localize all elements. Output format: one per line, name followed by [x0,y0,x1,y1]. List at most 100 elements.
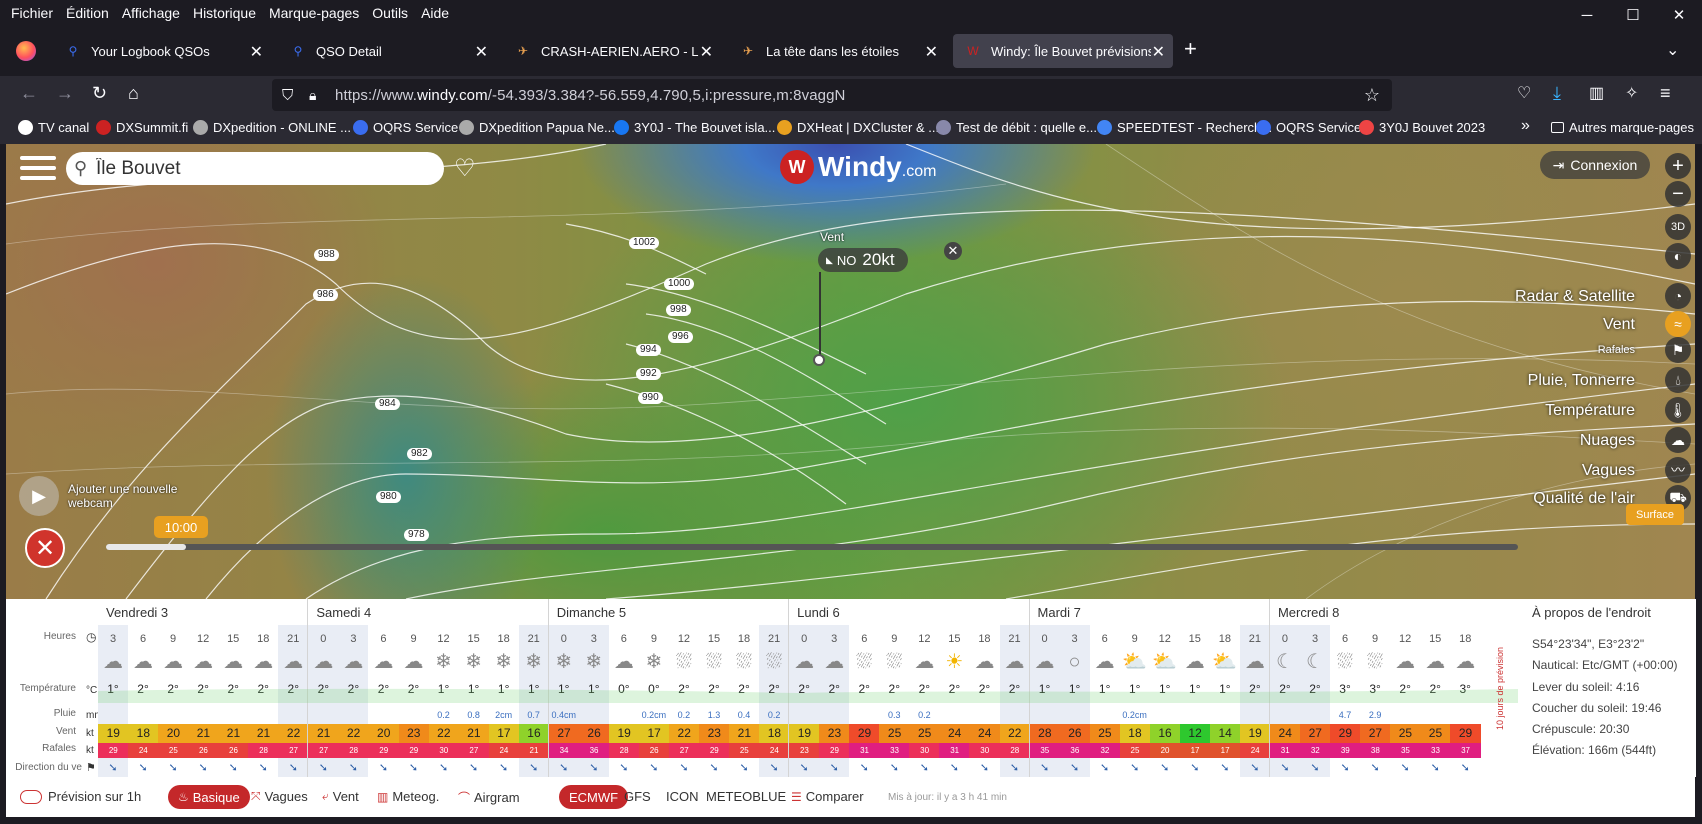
menu-item[interactable]: Aide [421,5,449,21]
bookmark-item[interactable]: OQRS Service [1256,120,1361,135]
zoom-in-button[interactable]: + [1665,153,1691,179]
tab[interactable]: ⚲ Your Logbook QSOs ✕ [53,34,271,68]
bookmark-other[interactable]: Autres marque-pages [1551,120,1694,135]
layer-vagues[interactable]: Vagues [1582,462,1635,480]
menu-icon[interactable] [20,156,56,184]
menu-item[interactable]: Historique [193,5,256,21]
chevron-down-icon[interactable]: ⌄ [1666,40,1679,60]
radar-icon[interactable]: ◔ [1665,283,1691,309]
model-ecmwf[interactable]: ECMWF [559,785,629,809]
wind-direction-arrow-icon: ➘ [1039,762,1050,774]
globe-icon[interactable]: ◐ [1665,243,1691,269]
bookmark-item[interactable]: OQRS Service [353,120,458,135]
chevron-double-right-icon[interactable]: » [1521,117,1530,135]
tab-vent[interactable]: ⤶ Vent [322,789,359,804]
url-bar[interactable]: ⛉ 🔒︎ https://www.windy.com/-54.393/3.384… [272,79,1392,111]
layer-vent[interactable]: Vent [1603,316,1635,334]
bookmark-item[interactable]: TV canal [18,120,89,135]
layer-pluie[interactable]: Pluie, Tonnerre [1528,372,1635,390]
model-gfs[interactable]: GFS [624,789,651,804]
weather-map[interactable]: 1002 1000 998 996 994 992 990 988 986 98… [6,144,1695,599]
search-input[interactable] [96,157,396,180]
lock-icon[interactable]: 🔒︎ [309,87,316,104]
bookmark-item[interactable]: 3Y0J Bouvet 2023 [1359,120,1485,135]
model-icon[interactable]: ICON [666,789,699,804]
close-tab-icon[interactable]: ✕ [700,42,713,62]
cloud-icon[interactable]: ☁ [1665,427,1691,453]
surface-level-button[interactable]: Surface [1626,504,1684,525]
back-arrow-icon[interactable]: ← [20,83,38,104]
close-forecast-button[interactable]: ✕ [25,528,65,568]
layer-nuages[interactable]: Nuages [1580,432,1635,450]
wind-icon[interactable]: ≈ [1665,311,1691,337]
raindrop-icon[interactable]: 💧︎ [1665,367,1691,393]
hamburger-menu-icon[interactable]: ≡ [1660,83,1671,104]
minimize-button[interactable]: ─ [1564,0,1610,30]
prevision-1h-label[interactable]: Prévision sur 1h [48,789,141,804]
menu-item[interactable]: Affichage [122,5,180,21]
tab-meteogram[interactable]: ▥ Meteog. [377,789,439,804]
tab[interactable]: ✈ La tête dans les étoiles ✕ [728,34,946,68]
menu-item[interactable]: Marque-pages [269,5,359,21]
menu-item[interactable]: Outils [372,5,408,21]
close-picker-icon[interactable]: ✕ [944,242,962,260]
new-tab-button[interactable]: + [1184,36,1197,62]
waves-icon[interactable]: 〰 [1665,457,1691,483]
compare-button[interactable]: ☰ Comparer [791,789,864,804]
camera-icon[interactable]: ▶ [19,476,59,516]
time-indicator[interactable]: 10:00 [154,516,208,538]
wind-picker-dot[interactable] [813,354,825,366]
login-button[interactable]: ⇥ Connexion [1540,151,1650,179]
weather-icon: ☁ [403,651,424,673]
sidebar-icon[interactable]: ▥ [1589,83,1604,103]
search-box[interactable]: ⚲ [66,152,444,185]
hourly-toggle[interactable] [20,790,42,804]
shield-icon[interactable]: ⛉ [282,87,293,104]
tab[interactable]: ✈ CRASH-AERIEN.AERO - Le Site d✕ [503,34,721,68]
heart-icon[interactable]: ♡ [454,154,476,183]
close-tab-icon[interactable]: ✕ [1152,42,1165,62]
tab[interactable]: W Windy: Île Bouvet prévisions mé✕ [953,34,1173,68]
close-window-button[interactable]: ✕ [1656,0,1702,30]
firefox-icon[interactable] [16,41,36,61]
download-icon[interactable]: ⤓ [1553,83,1561,104]
bookmark-item[interactable]: 3Y0J - The Bouvet isla... [614,120,775,135]
flag-icon[interactable]: ⚑ [1665,337,1691,363]
forward-arrow-icon[interactable]: → [56,83,74,104]
close-tab-icon[interactable]: ✕ [925,42,938,62]
tab-vagues[interactable]: ⤧ Vagues [251,789,308,804]
url-text[interactable]: https://www.windy.com/-54.393/3.384?-56.… [335,87,845,104]
pocket-icon[interactable]: ♡ [1517,83,1531,103]
star-icon[interactable]: ☆ [1364,85,1380,106]
bookmark-item[interactable]: DXpedition Papua Ne... [459,120,615,135]
layer-temperature[interactable]: Température [1545,402,1635,420]
extensions-icon[interactable]: ✧ [1625,83,1638,103]
model-meteoblue[interactable]: METEOBLUE [706,789,786,804]
thermometer-icon[interactable]: 🌡︎ [1665,397,1691,423]
bookmark-item[interactable]: Test de débit : quelle e... [936,120,1097,135]
tab[interactable]: ⚲ QSO Detail ✕ [278,34,496,68]
layer-radar[interactable]: Radar & Satellite [1515,288,1635,306]
maximize-button[interactable]: ☐ [1610,0,1656,30]
menu-item[interactable]: Édition [66,5,109,21]
menu-item[interactable]: Fichier [11,5,53,21]
add-webcam[interactable]: ▶ Ajouter une nouvelle webcam [19,476,178,516]
close-tab-icon[interactable]: ✕ [250,42,263,62]
wind-picker-popup[interactable]: ◣ NO 20kt [818,248,908,272]
close-tab-icon[interactable]: ✕ [475,42,488,62]
ten-day-forecast-link[interactable]: 10 jours de prévision [1495,629,1511,747]
bookmark-item[interactable]: DXpedition - ONLINE ... [193,120,351,135]
layer-rafales[interactable]: Rafales [1598,344,1635,356]
reload-icon[interactable]: ↻ [92,83,107,104]
about-dusk: Crépuscule: 20:30 [1532,722,1630,736]
bookmark-item[interactable]: SPEEDTEST - Recherch... [1097,120,1272,135]
tab-airgram[interactable]: ⌒ Airgram [458,789,520,806]
home-icon[interactable]: ⌂ [128,83,139,104]
bookmark-item[interactable]: DXSummit.fi [96,120,188,135]
zoom-out-button[interactable]: − [1665,181,1691,207]
tab-basique[interactable]: ♨ Basique [168,785,250,809]
bookmark-item[interactable]: DXHeat | DXCluster & ... [777,120,939,135]
3d-button[interactable]: 3D [1665,214,1691,240]
layer-air-quality[interactable]: Qualité de l'air [1533,490,1635,508]
timeline-slider[interactable] [106,544,1518,550]
